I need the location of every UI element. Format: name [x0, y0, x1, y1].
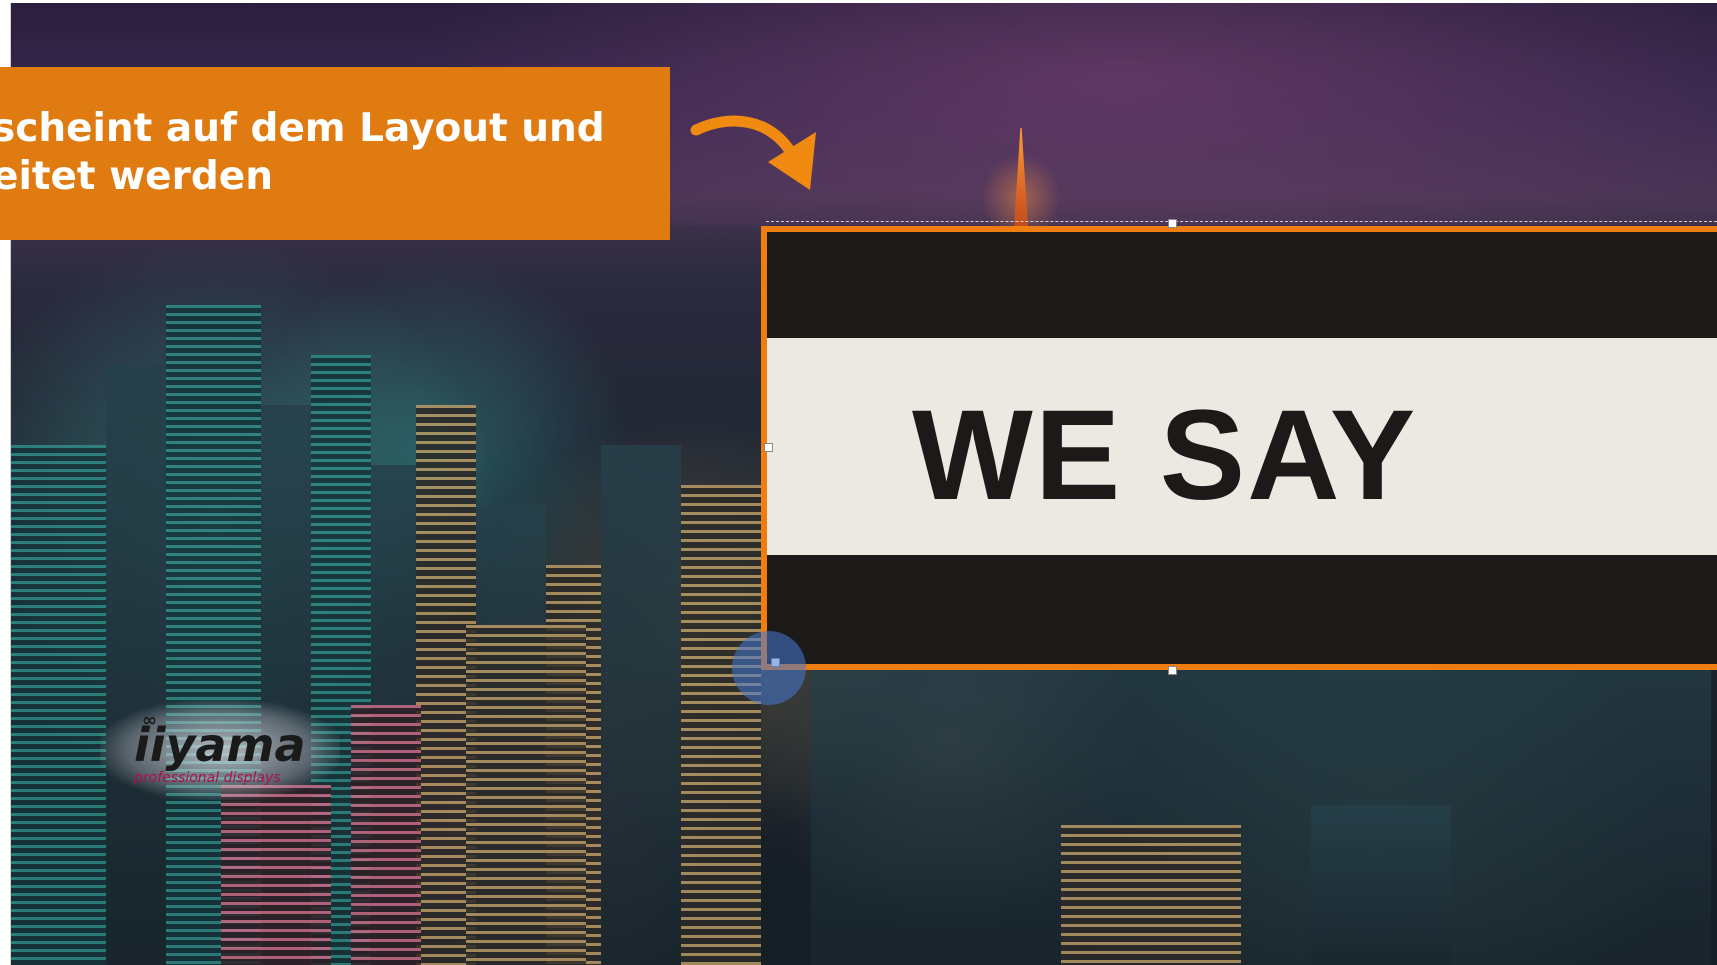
instruction-caption-banner: scheint auf dem Layout und eitet werden	[0, 67, 670, 240]
curved-arrow-icon	[690, 115, 816, 190]
selected-media-element[interactable]: WE SAY	[761, 226, 1717, 670]
cursor-click-indicator-icon	[732, 631, 806, 705]
caption-line-1: scheint auf dem Layout und	[0, 106, 605, 151]
logo-tagline: professional displays	[134, 770, 281, 786]
media-text: WE SAY	[912, 384, 1418, 527]
resize-handle-left[interactable]	[764, 443, 773, 452]
caption-line-2: eitet werden	[0, 154, 273, 199]
layout-editor-stage: scheint auf dem Layout und eitet werden …	[0, 0, 1717, 965]
resize-handle-bottom[interactable]	[1168, 666, 1177, 675]
resize-handle-top[interactable]	[1168, 219, 1177, 228]
selection-outline	[766, 221, 1717, 223]
iiyama-logo: ∞ iiyama professional displays	[100, 700, 340, 800]
logo-brand: iiyama	[134, 718, 306, 772]
